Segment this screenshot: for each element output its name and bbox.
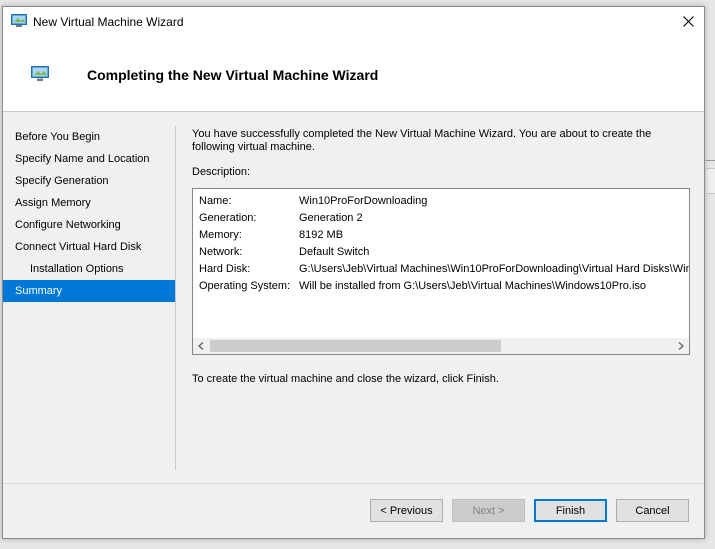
description-row-label: Generation:: [199, 212, 257, 224]
description-label: Description:: [192, 166, 251, 178]
wizard-window: New Virtual Machine Wizard Completing th…: [2, 6, 705, 539]
nav-item-installation-options[interactable]: Installation Options: [3, 258, 175, 280]
description-row-label: Operating System:: [199, 280, 291, 292]
description-row: Hard Disk: G:\Users\Jeb\Virtual Machines…: [199, 261, 689, 278]
finish-instruction: To create the virtual machine and close …: [192, 373, 499, 385]
horizontal-scrollbar[interactable]: [193, 338, 689, 354]
previous-button[interactable]: < Previous: [370, 499, 443, 522]
scrollbar-thumb[interactable]: [210, 340, 501, 352]
vm-monitor-icon: [11, 14, 27, 31]
footer-divider: [3, 483, 704, 484]
intro-text: You have successfully completed the New …: [192, 128, 652, 153]
next-button[interactable]: Next >: [452, 499, 525, 522]
description-row: Operating System: Will be installed from…: [199, 278, 689, 295]
nav-item-summary[interactable]: Summary: [3, 280, 175, 302]
nav-item-configure-networking[interactable]: Configure Networking: [3, 214, 175, 236]
background-window-edge: [706, 160, 715, 161]
nav-item-before-you-begin[interactable]: Before You Begin: [3, 126, 175, 148]
description-list: Name: Win10ProForDownloading Generation:…: [199, 193, 689, 295]
nav-item-assign-memory[interactable]: Assign Memory: [3, 192, 175, 214]
description-row-value: Will be installed from G:\Users\Jeb\Virt…: [299, 280, 647, 292]
description-row-label: Hard Disk:: [199, 263, 251, 275]
description-row: Name: Win10ProForDownloading: [199, 193, 689, 210]
nav-item-specify-name-and-location[interactable]: Specify Name and Location: [3, 148, 175, 170]
window-title: New Virtual Machine Wizard: [33, 15, 184, 29]
description-row-value: 8192 MB: [299, 229, 344, 241]
cancel-button[interactable]: Cancel: [616, 499, 689, 522]
description-row-label: Name:: [199, 195, 232, 207]
description-row-value: Default Switch: [299, 246, 370, 258]
description-row-value: Win10ProForDownloading: [299, 195, 428, 207]
description-row-label: Network:: [199, 246, 243, 258]
finish-button[interactable]: Finish: [534, 499, 607, 522]
background-window-strip: [706, 168, 715, 194]
scroll-left-arrow-icon[interactable]: [193, 338, 209, 354]
title-bar[interactable]: New Virtual Machine Wizard: [3, 7, 704, 38]
description-row: Generation: Generation 2: [199, 210, 689, 227]
description-row-value: G:\Users\Jeb\Virtual Machines\Win10ProFo…: [299, 263, 689, 275]
description-row-label: Memory:: [199, 229, 242, 241]
description-row: Network: Default Switch: [199, 244, 689, 261]
page-title: Completing the New Virtual Machine Wizar…: [87, 67, 379, 83]
close-button[interactable]: [672, 7, 704, 38]
description-row-value: Generation 2: [299, 212, 363, 224]
nav-item-specify-generation[interactable]: Specify Generation: [3, 170, 175, 192]
description-row: Memory: 8192 MB: [199, 227, 689, 244]
close-icon: [682, 15, 694, 30]
scroll-right-arrow-icon[interactable]: [673, 338, 689, 354]
wizard-header: Completing the New Virtual Machine Wizar…: [3, 38, 704, 112]
vm-monitor-icon: [31, 66, 49, 85]
wizard-steps-nav: Before You Begin Specify Name and Locati…: [3, 126, 175, 302]
nav-divider: [175, 126, 176, 470]
nav-item-connect-virtual-hard-disk[interactable]: Connect Virtual Hard Disk: [3, 236, 175, 258]
description-box[interactable]: Name: Win10ProForDownloading Generation:…: [192, 188, 690, 355]
